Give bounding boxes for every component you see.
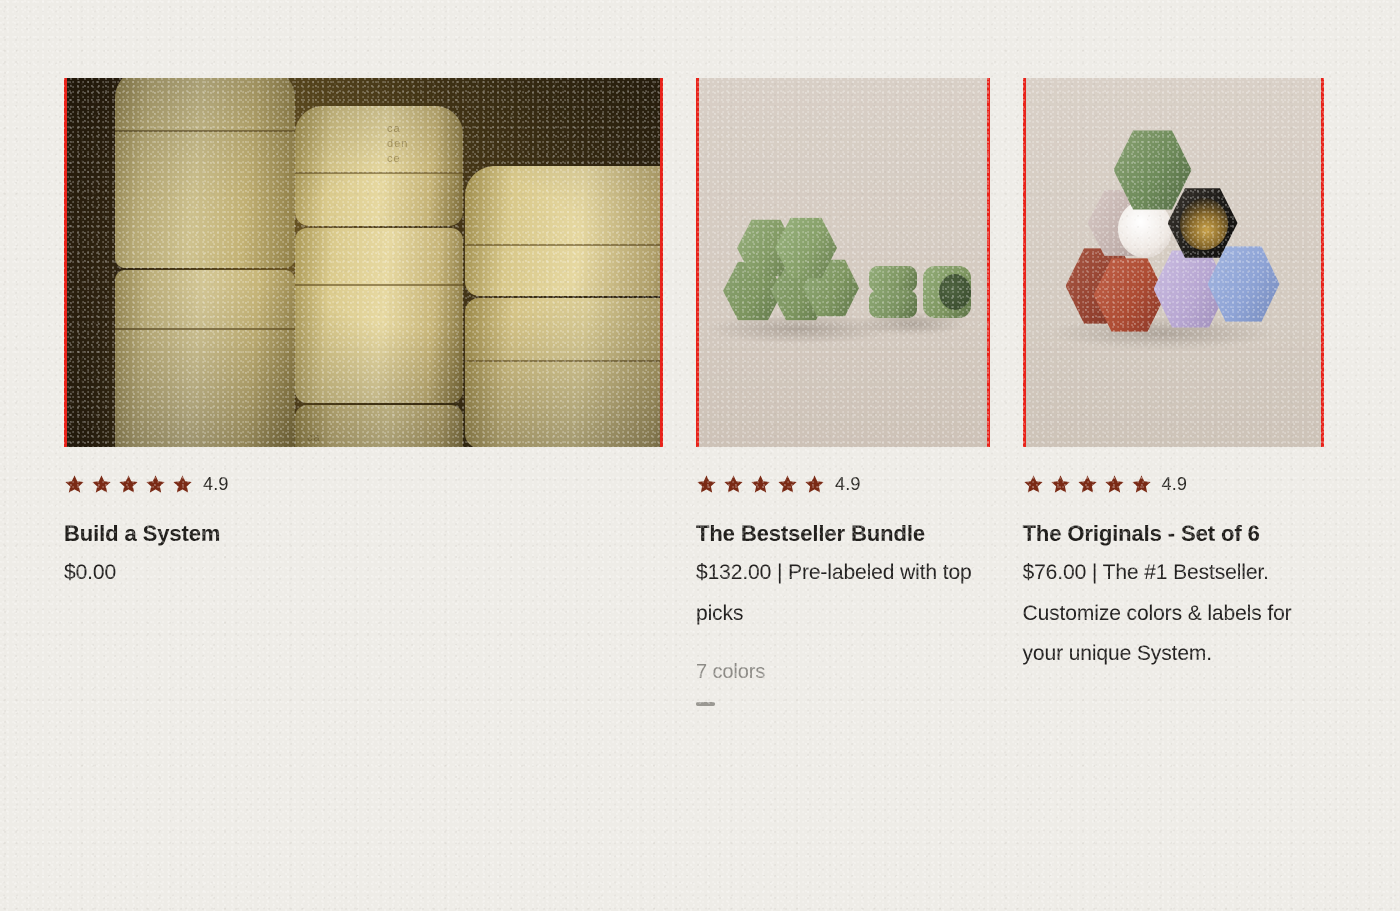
product-card[interactable]: 4.9 The Bestseller Bundle $132.00 | Pre-… bbox=[696, 78, 990, 706]
product-rating: 4.9 bbox=[64, 473, 663, 495]
product-title[interactable]: Build a System bbox=[64, 518, 663, 549]
photo-vignette bbox=[67, 78, 660, 447]
star-rating bbox=[696, 474, 825, 495]
star-icon bbox=[805, 474, 824, 493]
product-description: $132.00 | Pre-labeled with top picks bbox=[696, 561, 972, 625]
star-icon bbox=[1023, 474, 1043, 493]
star-icon bbox=[146, 474, 165, 493]
star-icon bbox=[778, 474, 797, 493]
star-rating bbox=[64, 474, 193, 495]
star-icon bbox=[751, 474, 770, 493]
star-rating bbox=[1023, 474, 1152, 495]
star-icon bbox=[1077, 474, 1097, 493]
capsule-opening bbox=[939, 274, 971, 310]
product-title[interactable]: The Originals - Set of 6 bbox=[1023, 518, 1325, 549]
product-description: $0.00 bbox=[64, 561, 117, 585]
product-description: $76.00 | The #1 Bestseller. Customize co… bbox=[1022, 561, 1292, 665]
product-info: 4.9 The Originals - Set of 6 $76.00 | Th… bbox=[1023, 447, 1325, 674]
star-icon bbox=[1104, 474, 1124, 493]
star-icon bbox=[173, 474, 192, 493]
star-icon bbox=[1050, 474, 1070, 493]
rating-value: 4.9 bbox=[835, 473, 861, 494]
product-rating: 4.9 bbox=[1023, 473, 1325, 495]
green-hex-capsules-photo bbox=[699, 78, 987, 447]
star-icon bbox=[697, 474, 716, 493]
product-info: 4.9 Build a System $0.00 bbox=[64, 447, 663, 594]
product-card[interactable]: 4.9 The Originals - Set of 6 $76.00 | Th… bbox=[1022, 78, 1325, 674]
star-icon bbox=[65, 474, 84, 493]
color-swatch-indicator[interactable] bbox=[696, 701, 715, 706]
multicolor-hex-capsules-photo bbox=[1025, 78, 1322, 447]
rating-value: 4.9 bbox=[203, 473, 229, 494]
star-icon bbox=[119, 474, 138, 493]
product-image-the-bestseller-bundle[interactable] bbox=[696, 78, 990, 447]
gold-stacked-containers-photo: ca den ce ca den ce bbox=[67, 78, 660, 447]
star-icon bbox=[92, 474, 111, 493]
product-info: 4.9 The Bestseller Bundle $132.00 | Pre-… bbox=[696, 447, 990, 706]
star-icon bbox=[1131, 474, 1151, 493]
capsule-shape bbox=[869, 266, 917, 292]
product-title[interactable]: The Bestseller Bundle bbox=[696, 518, 990, 549]
product-image-the-originals-set-of-6[interactable] bbox=[1022, 78, 1325, 447]
star-icon bbox=[724, 474, 743, 493]
product-image-build-a-system[interactable]: ca den ce ca den ce bbox=[64, 78, 663, 447]
rating-value: 4.9 bbox=[1161, 473, 1188, 494]
capsule-opening bbox=[1179, 198, 1228, 250]
product-rating: 4.9 bbox=[696, 473, 990, 495]
color-count-label: 7 colors bbox=[696, 660, 766, 683]
product-card[interactable]: ca den ce ca den ce bbox=[64, 78, 663, 594]
product-grid: ca den ce ca den ce bbox=[64, 78, 1325, 706]
capsule-shape bbox=[869, 290, 917, 318]
